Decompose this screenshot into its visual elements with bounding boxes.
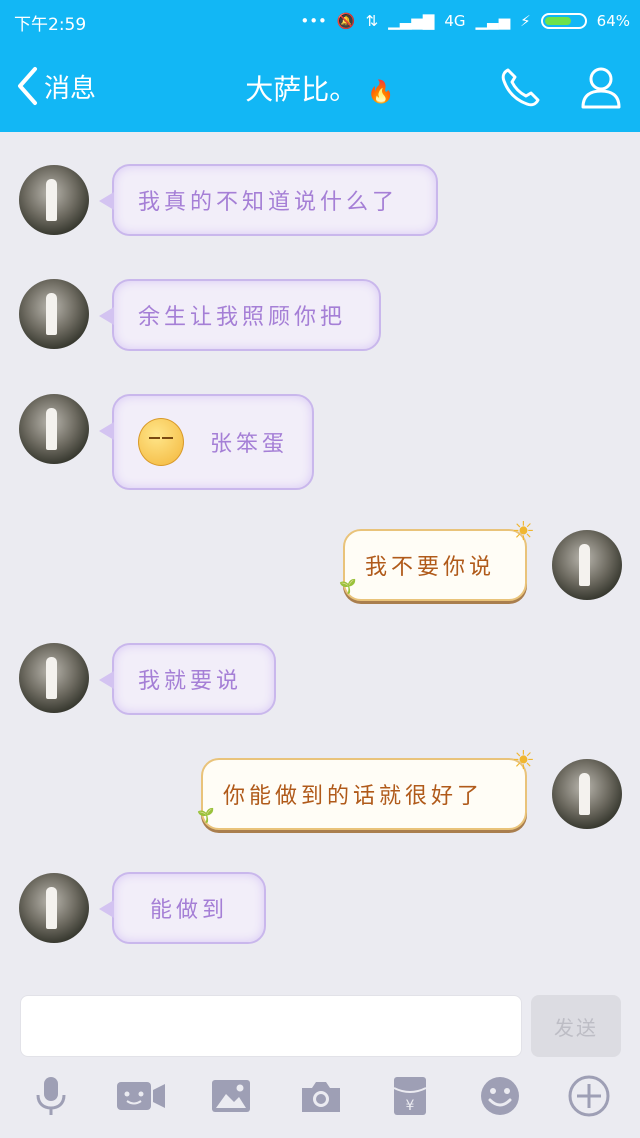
sun-icon: ☀ [511,517,539,547]
emoji-icon[interactable] [478,1074,522,1118]
profile-icon[interactable] [578,64,624,110]
message-bubble-left[interactable]: 能做到 [99,872,266,944]
message-text: 我真的不知道说什么了 [138,190,399,215]
message-bubble-left[interactable]: 我就要说 [99,643,276,715]
contact-avatar[interactable] [19,279,89,349]
message-bubble-left[interactable]: 余生让我照顾你把 [99,279,381,351]
camera-icon[interactable] [299,1074,343,1118]
status-icons: ••• 🔕 ⇅ ▁▃▅▇ 4G ▁▃▅ ⚡ 64% [300,9,630,33]
data-transfer-icon: ⇅ [365,12,379,30]
more-dots-icon: ••• [300,12,327,30]
message-text: 我就要说 [138,669,243,694]
spark-icon: 🔥 [367,80,395,105]
signal-2-icon: ▁▃▅ [475,12,511,30]
charging-icon: ⚡ [520,12,531,30]
my-avatar[interactable] [552,530,622,600]
title-bar: 消息 大萨比。 🔥 [0,42,640,132]
message-bubble-left[interactable]: 我真的不知道说什么了 [99,164,438,236]
contact-avatar[interactable] [19,394,89,464]
battery-percent: 64% [596,12,630,30]
video-icon[interactable] [116,1074,166,1118]
message-text: 张笨蛋 [209,432,288,457]
leaf-icon: 🌱 [339,579,361,595]
image-icon[interactable] [210,1074,254,1118]
message-text: 你能做到的话就很好了 [223,784,484,809]
message-text: 余生让我照顾你把 [138,305,347,330]
composer-bar: 发送 ¥ [0,982,640,1138]
toolbar: ¥ [0,1074,640,1130]
status-bar: 下午2:59 ••• 🔕 ⇅ ▁▃▅▇ 4G ▁▃▅ ⚡ 64% [0,0,640,42]
message-text: 能做到 [149,898,228,923]
leaf-icon: 🌱 [197,808,219,824]
chat-title: 大萨比。 🔥 [0,68,640,108]
message-bubble-left[interactable]: 张笨蛋 [99,394,314,490]
battery-icon [540,13,587,29]
svg-text:¥: ¥ [406,1098,415,1114]
message-bubble-right[interactable]: ☀ 🌱 我不要你说 [339,517,535,601]
contact-name: 大萨比。 [245,73,358,106]
send-button[interactable]: 发送 [531,995,621,1057]
contact-avatar[interactable] [19,643,89,713]
message-bubble-right[interactable]: ☀ 🌱 你能做到的话就很好了 [197,746,535,830]
red-packet-icon[interactable]: ¥ [388,1074,432,1118]
message-input[interactable] [20,995,522,1057]
bell-muted-icon: 🔕 [336,12,356,30]
contact-avatar[interactable] [19,873,89,943]
signal-icon: ▁▃▅▇ [388,12,435,30]
phone-icon[interactable] [498,64,544,110]
message-text: 我不要你说 [365,555,496,580]
my-avatar[interactable] [552,759,622,829]
contact-avatar[interactable] [19,165,89,235]
sun-icon: ☀ [511,746,539,776]
smile-emoji-icon [138,418,184,466]
chat-area[interactable]: 我真的不知道说什么了 余生让我照顾你把 张笨蛋 ☀ 🌱 我不要你说 我就要说 ☀… [0,132,640,982]
status-time: 下午2:59 [14,15,87,35]
network-type: 4G [444,12,466,30]
mic-icon[interactable] [29,1074,73,1118]
plus-icon[interactable] [567,1074,611,1118]
